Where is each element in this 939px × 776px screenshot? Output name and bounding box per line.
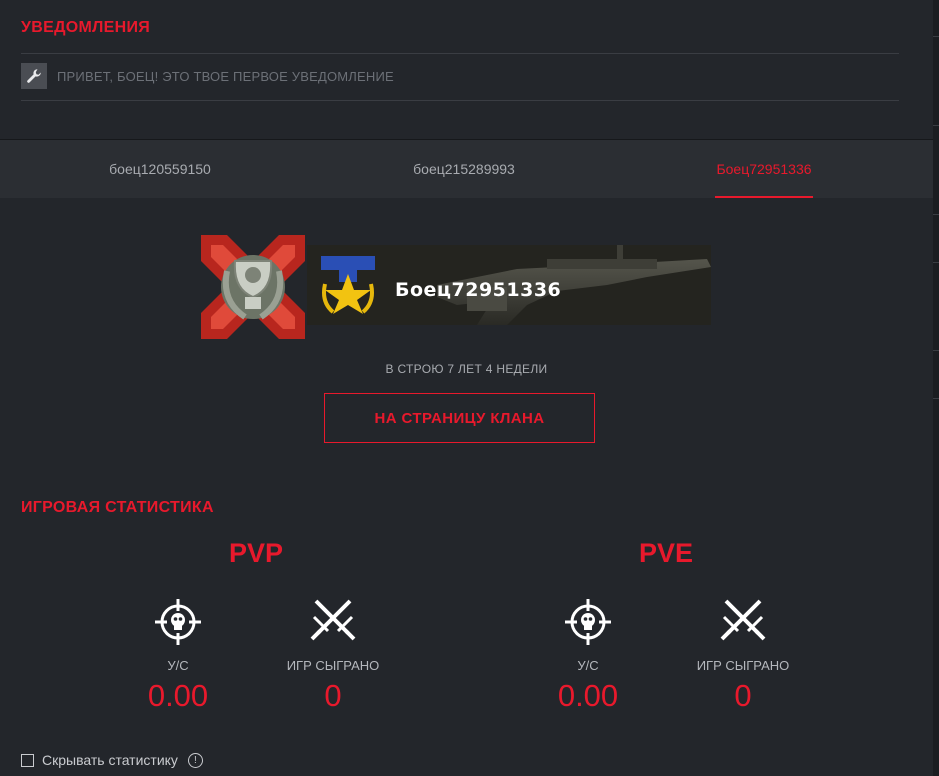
divider [21, 100, 899, 101]
divider [21, 53, 899, 54]
crossed-swords-icon [308, 595, 358, 645]
crosshair-skull-icon [153, 597, 203, 647]
pvp-title: PVP [228, 538, 284, 568]
scrollbar-notch [933, 350, 939, 351]
trophy-badge-icon [319, 254, 377, 316]
tab-player-2[interactable]: боец215289993 [364, 140, 564, 198]
scrollbar-notch [933, 125, 939, 126]
pve-games-value: 0 [734, 678, 752, 713]
info-icon[interactable]: ! [187, 752, 203, 768]
pvp-kd-value: 0.00 [147, 678, 209, 713]
pvp-games-value: 0 [324, 678, 342, 713]
pvp-games-label: ИГР СЫГРАНО [286, 658, 380, 673]
tab-label: Боец72951336 [716, 161, 812, 177]
player-banner: Боец72951336 [197, 231, 711, 343]
tab-player-1[interactable]: боец120559150 [60, 140, 260, 198]
clan-page-button[interactable]: НА СТРАНИЦУ КЛАНА [324, 393, 595, 443]
pve-kd-value: 0.00 [557, 678, 619, 713]
crosshair-skull-icon [563, 597, 613, 647]
pvp-kd-label: У/С [167, 658, 189, 673]
stats-title: ИГРОВАЯ СТАТИСТИКА [21, 499, 214, 516]
player-name: Боец72951336 [395, 279, 562, 301]
scrollbar-notch [933, 214, 939, 215]
hide-stats-label[interactable]: Скрывать статистику [42, 752, 178, 768]
scrollbar-notch [933, 36, 939, 37]
hide-stats-row: Скрывать статистику ! [21, 752, 203, 768]
notifications-section: УВЕДОМЛЕНИЯ ПРИВЕТ, БОЕЦ! ЭТО ТВОЕ ПЕРВО… [0, 0, 933, 140]
wrench-icon [21, 63, 47, 89]
rank-badge-icon [197, 231, 309, 343]
scrollbar-notch [933, 262, 939, 263]
notification-item[interactable]: ПРИВЕТ, БОЕЦ! ЭТО ТВОЕ ПЕРВОЕ УВЕДОМЛЕНИ… [21, 62, 394, 90]
crossed-swords-icon [718, 595, 768, 645]
service-time: В СТРОЮ 7 ЛЕТ 4 НЕДЕЛИ [385, 362, 548, 376]
scrollbar[interactable] [933, 0, 939, 776]
pve-games-label: ИГР СЫГРАНО [696, 658, 790, 673]
pve-kd-label: У/С [577, 658, 599, 673]
notifications-title: УВЕДОМЛЕНИЯ [21, 19, 151, 36]
player-tabs: боец120559150 боец215289993 Боец72951336 [0, 140, 933, 198]
tab-label: боец120559150 [109, 161, 211, 177]
notification-text: ПРИВЕТ, БОЕЦ! ЭТО ТВОЕ ПЕРВОЕ УВЕДОМЛЕНИ… [57, 68, 394, 84]
scrollbar-notch [933, 398, 939, 399]
pve-title: PVE [638, 538, 694, 568]
hide-stats-checkbox[interactable] [21, 753, 34, 767]
tab-player-3[interactable]: Боец72951336 [715, 140, 813, 198]
tab-label: боец215289993 [413, 161, 515, 177]
active-tab-indicator [715, 196, 813, 198]
